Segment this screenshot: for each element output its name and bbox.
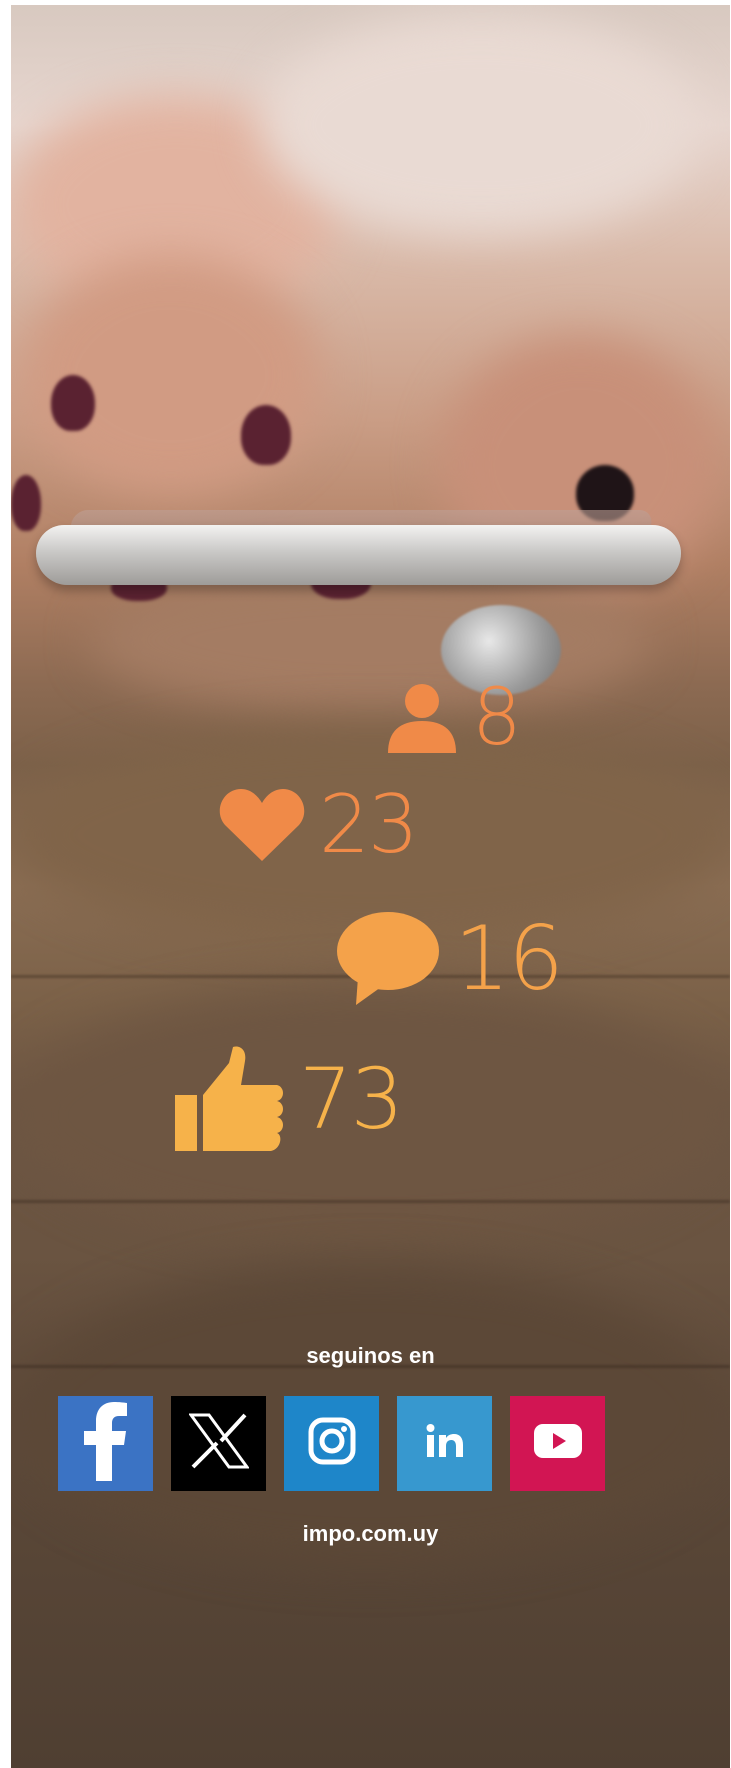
thumbs-up-stat: 73 bbox=[173, 1045, 404, 1153]
comments-stat: 16 bbox=[336, 907, 564, 1010]
x-icon bbox=[187, 1413, 250, 1474]
heart-icon bbox=[219, 789, 305, 861]
instagram-button[interactable] bbox=[284, 1396, 379, 1491]
followers-stat: 8 bbox=[386, 673, 522, 763]
linkedin-icon bbox=[425, 1423, 465, 1464]
promo-banner: 8 23 16 73 seguinos en impo.com.uy bbox=[11, 5, 730, 1768]
youtube-button[interactable] bbox=[510, 1396, 605, 1491]
youtube-icon bbox=[533, 1423, 583, 1464]
likes-stat: 23 bbox=[219, 778, 419, 871]
site-url[interactable]: impo.com.uy bbox=[11, 1521, 730, 1547]
thumbs-up-icon bbox=[173, 1045, 285, 1153]
followers-count: 8 bbox=[472, 673, 522, 763]
comments-count: 16 bbox=[454, 907, 564, 1010]
x-button[interactable] bbox=[171, 1396, 266, 1491]
facebook-icon bbox=[76, 1401, 136, 1486]
likes-count: 23 bbox=[319, 778, 419, 871]
follow-us-label: seguinos en bbox=[306, 1343, 435, 1368]
social-links bbox=[58, 1396, 605, 1491]
user-icon bbox=[386, 683, 458, 753]
smartphone bbox=[36, 525, 681, 585]
instagram-icon bbox=[308, 1417, 356, 1470]
linkedin-button[interactable] bbox=[397, 1396, 492, 1491]
comment-icon bbox=[336, 911, 440, 1007]
thumbs-up-count: 73 bbox=[299, 1050, 404, 1148]
facebook-button[interactable] bbox=[58, 1396, 153, 1491]
